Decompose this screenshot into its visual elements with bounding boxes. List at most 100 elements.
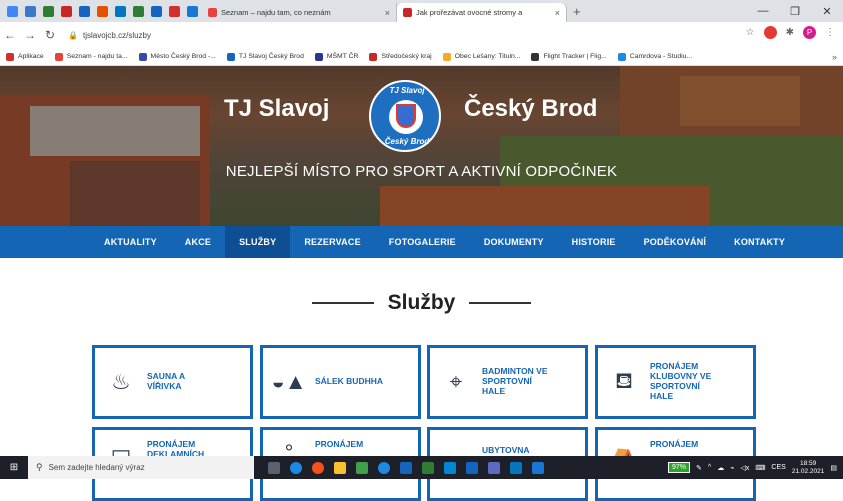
bookmark-favicon-icon	[54, 52, 63, 61]
nav-item-0[interactable]: AKTUALITY	[90, 226, 171, 258]
pen-icon[interactable]: ✎	[696, 464, 702, 472]
service-card-badminton[interactable]: ⌖ BADMINTON VE SPORTOVNÍ HALE	[427, 345, 588, 419]
forward-icon[interactable]: →	[20, 28, 40, 42]
notifications-icon[interactable]: ▤	[830, 464, 837, 472]
favicon-icon	[79, 5, 90, 17]
reload-icon[interactable]: ↻	[40, 28, 60, 42]
excel-icon[interactable]	[422, 461, 434, 474]
service-card-klubovna[interactable]: ⛾ PRONÁJEM KLUBOVNY VE SPORTOVNÍ HALE	[595, 345, 756, 419]
new-tab-button[interactable]: +	[573, 4, 581, 19]
word-icon[interactable]	[466, 461, 478, 474]
bookmark-item[interactable]: Aplikace	[6, 52, 44, 61]
nav-item-3[interactable]: REZERVACE	[290, 226, 374, 258]
photos-icon[interactable]	[532, 461, 544, 474]
nav-item-8[interactable]: KONTAKTY	[720, 226, 799, 258]
store-icon[interactable]	[356, 461, 368, 474]
nav-item-2[interactable]: SLUŽBY	[225, 226, 291, 258]
site-title-left[interactable]: TJ Slavoj	[224, 95, 329, 123]
minimize-icon[interactable]: —	[747, 0, 779, 22]
favicon-icon	[43, 5, 54, 17]
chrome-icon[interactable]	[312, 461, 324, 474]
nav-item-5[interactable]: DOKUMENTY	[470, 226, 558, 258]
nav-item-1[interactable]: AKCE	[171, 226, 225, 258]
bookmark-label: Obec Lešany: Tituln...	[454, 53, 521, 60]
bookmark-item[interactable]: Seznam - najdu ta...	[54, 52, 128, 61]
close-tab-icon[interactable]: ×	[379, 8, 390, 18]
globe-icon[interactable]	[290, 461, 302, 474]
bookmark-item[interactable]: Středočeský kraj	[369, 52, 432, 61]
favicon-icon	[61, 5, 72, 17]
taskbar-apps	[268, 461, 544, 474]
windows-start-icon[interactable]: ⊞	[0, 462, 28, 473]
task-view-icon[interactable]	[268, 461, 280, 474]
pinned-tab-icon[interactable]	[76, 3, 93, 19]
file-explorer-icon[interactable]	[334, 461, 346, 474]
more-bookmarks-icon[interactable]: »	[832, 52, 837, 62]
bookmark-item[interactable]: Obec Lešany: Tituln...	[442, 52, 521, 61]
seznam-favicon-icon	[208, 8, 217, 17]
pinned-tab-icon[interactable]	[22, 3, 39, 19]
shuttlecock-icon: ⌖	[449, 369, 463, 394]
pinned-tab-icon[interactable]	[58, 3, 75, 19]
volume-icon[interactable]: ◁x	[740, 464, 749, 472]
club-logo[interactable]: TJ Slavoj Český Brod	[369, 80, 441, 152]
ie-icon[interactable]	[400, 461, 412, 474]
bookmark-item[interactable]: Camrdova - Studiu...	[617, 52, 692, 61]
window-controls: — ❐ ✕	[747, 0, 843, 22]
pinned-tab-icon[interactable]	[148, 3, 165, 19]
profile-avatar[interactable]: P	[803, 26, 816, 39]
bookmark-item[interactable]: Flight Tracker | Flig...	[531, 52, 607, 61]
edge-icon[interactable]	[378, 461, 390, 474]
bookmark-star-icon[interactable]: ☆	[746, 27, 755, 38]
pinned-tab-icon[interactable]	[112, 3, 129, 19]
pinned-tab-icon[interactable]	[94, 3, 111, 19]
main-navigation: AKTUALITY AKCE SLUŽBY REZERVACE FOTOGALERIE D…	[0, 226, 843, 258]
pinned-tab-icon[interactable]	[130, 3, 147, 19]
site-title-right[interactable]: Český Brod	[464, 95, 597, 123]
nav-item-7[interactable]: PODĚKOVÁNÍ	[630, 226, 721, 258]
logo-text-bottom: Český Brod	[384, 137, 430, 146]
browser-tab-bar: Seznam – najdu tam, co neznám × Jak proř…	[0, 0, 843, 22]
service-label: BADMINTON VE SPORTOVNÍ HALE	[482, 366, 548, 396]
back-icon[interactable]: ←	[0, 28, 20, 42]
pinned-tab-icon[interactable]	[40, 3, 57, 19]
network-icon[interactable]: ⌁	[730, 464, 734, 472]
lock-icon[interactable]: 🔒	[68, 31, 78, 40]
pinned-tab-icon[interactable]	[184, 3, 201, 19]
bookmark-label: MŠMT ČR	[326, 53, 359, 60]
mail-icon[interactable]	[444, 461, 456, 474]
service-card-salek[interactable]: ◒▲ SÁLEK BUDHHA	[260, 345, 421, 419]
extensions-icon[interactable]: ✱	[786, 27, 794, 38]
nav-item-4[interactable]: FOTOGALERIE	[375, 226, 470, 258]
teams-icon[interactable]	[488, 461, 500, 474]
restore-icon[interactable]: ❐	[779, 0, 811, 22]
language-indicator[interactable]: CES	[771, 464, 785, 471]
toolbar-right: ☆ ✱ P ⋮	[746, 26, 835, 39]
service-card-sauna[interactable]: ♨ SAUNA A VÍŘIVKA	[92, 345, 253, 419]
bookmark-item[interactable]: MŠMT ČR	[314, 52, 359, 61]
browser-tab-active[interactable]: Jak prořezávat ovocné stromy a ×	[397, 3, 567, 22]
bookmark-item[interactable]: Město Český Brod -...	[138, 52, 216, 61]
close-window-icon[interactable]: ✕	[811, 0, 843, 22]
adblock-extension-icon[interactable]	[763, 26, 777, 39]
pinned-tab-icon[interactable]	[166, 3, 183, 19]
system-tray: 97% ✎ ^ ☁ ⌁ ◁x ⌨ CES 18:59 21.02.2021 ▤	[668, 456, 837, 479]
bookmark-item[interactable]: TJ Slavoj Český Brod	[226, 52, 304, 61]
onedrive-icon[interactable]: ☁	[717, 464, 724, 472]
outlook-icon[interactable]	[510, 461, 522, 474]
chevron-up-icon[interactable]: ^	[708, 464, 711, 471]
clock[interactable]: 18:59 21.02.2021	[792, 460, 825, 474]
pinned-tab-icon[interactable]	[4, 3, 21, 19]
nav-item-6[interactable]: HISTORIE	[558, 226, 630, 258]
battery-indicator[interactable]: 97%	[668, 462, 691, 473]
bookmark-label: Flight Tracker | Flig...	[543, 53, 607, 60]
windows-taskbar: ⊞ ⚲ Sem zadejte hledaný výraz 97% ✎ ^ ☁ …	[0, 456, 843, 479]
favicon-icon	[187, 5, 198, 17]
url-field[interactable]: tjslavojcb.cz/sluzby	[83, 31, 151, 40]
taskbar-search[interactable]: ⚲ Sem zadejte hledaný výraz	[28, 456, 254, 479]
keyboard-icon[interactable]: ⌨	[755, 464, 765, 472]
close-tab-icon[interactable]: ×	[549, 8, 560, 18]
menu-kebab-icon[interactable]: ⋮	[825, 27, 835, 38]
bookmark-favicon-icon	[138, 52, 147, 61]
browser-tab[interactable]: Seznam – najdu tam, co neznám ×	[202, 3, 397, 22]
